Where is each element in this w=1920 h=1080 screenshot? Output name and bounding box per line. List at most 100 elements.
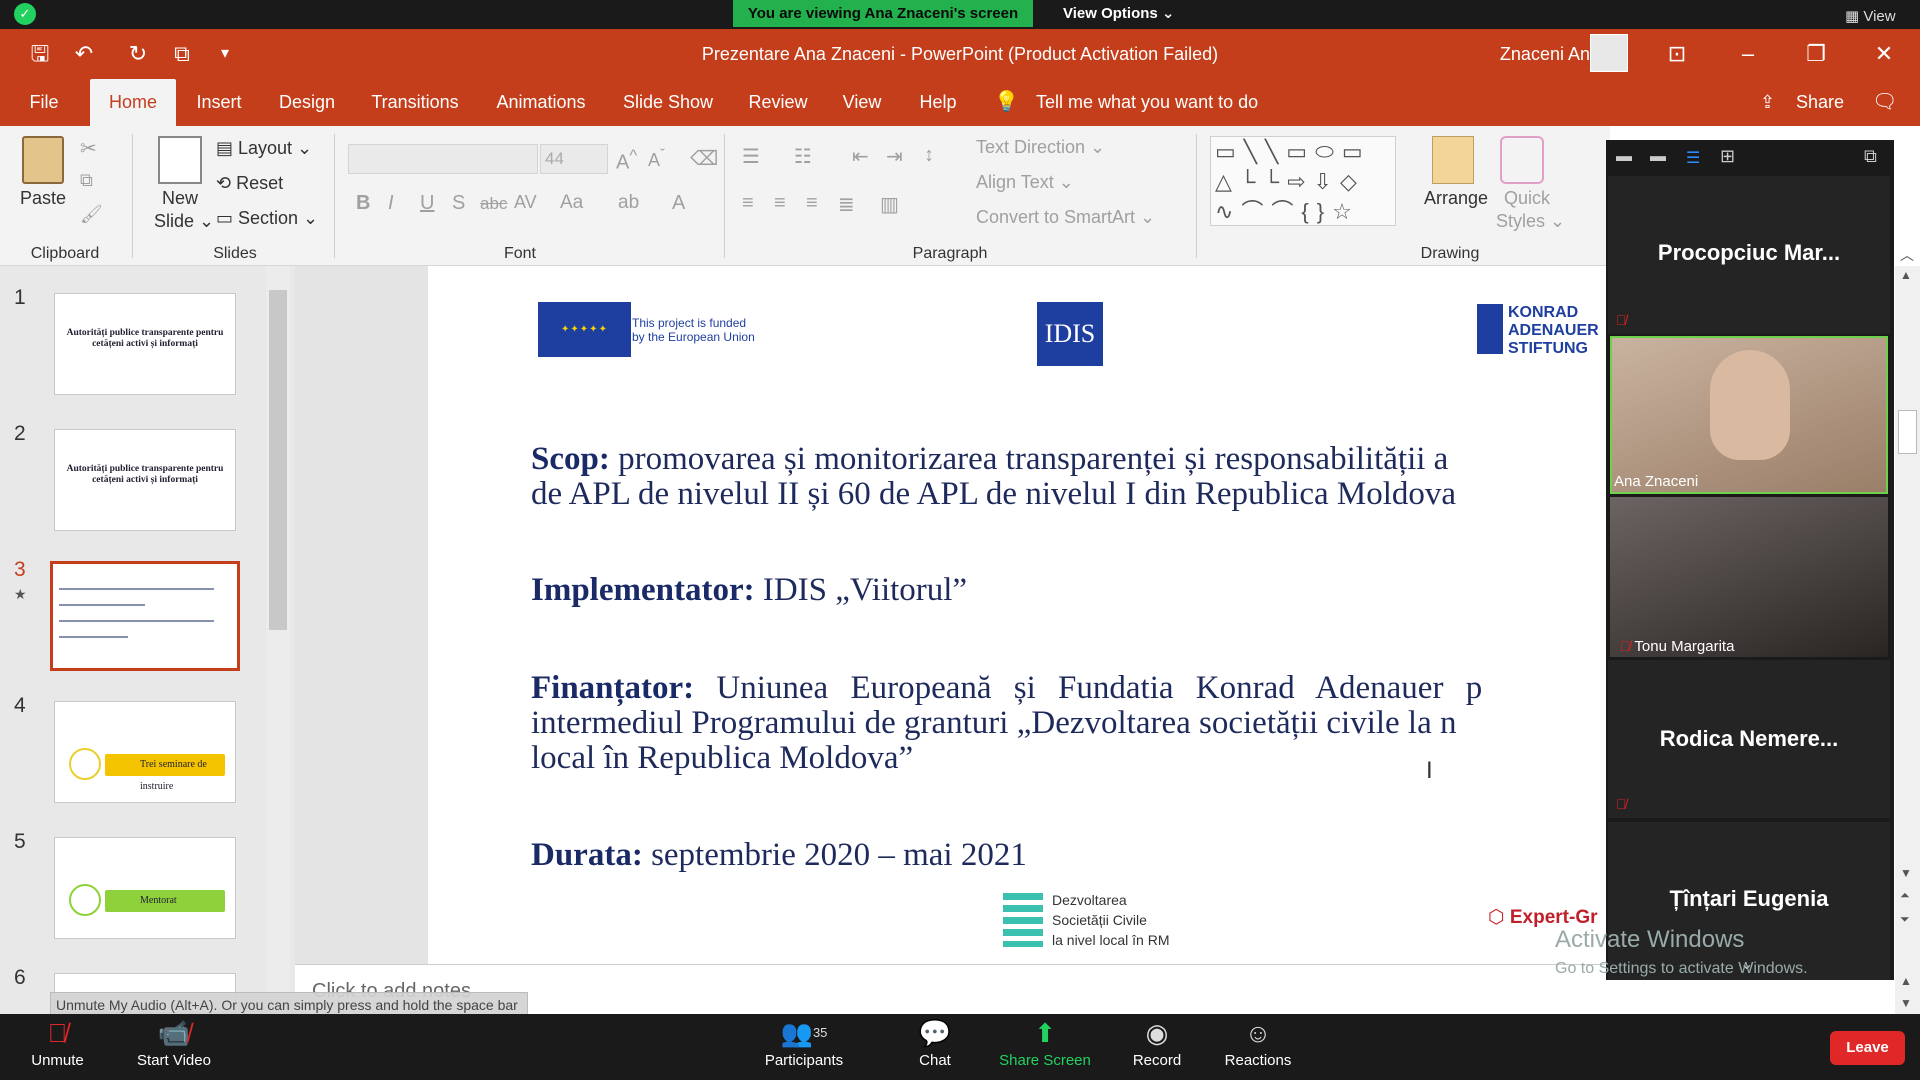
- implementator-line[interactable]: Implementator: IDIS „Viitorul”: [531, 573, 967, 608]
- layout-button[interactable]: ▤ Layout ⌄: [216, 138, 312, 159]
- start-video-button[interactable]: 📹̸ Start Video: [124, 1014, 224, 1080]
- durata-line[interactable]: Durata: septembrie 2020 – mai 2021: [531, 838, 1027, 873]
- align-center-icon[interactable]: ≡: [774, 192, 786, 215]
- scroll-down-icon[interactable]: ▼: [1900, 866, 1912, 880]
- minimize-gallery-icon[interactable]: ▬: [1616, 148, 1632, 166]
- align-text-button[interactable]: Align Text ⌄: [976, 172, 1074, 193]
- shapes-gallery[interactable]: ▭╲╲▭⬭▭ △└└⇨⇩◇ ∿⌒⌒{}☆: [1210, 136, 1396, 226]
- scroll-up-icon[interactable]: ▲: [1900, 268, 1912, 282]
- tab-transitions[interactable]: Transitions: [362, 79, 468, 126]
- slide-thumbnail-5[interactable]: Mentorat: [54, 837, 236, 939]
- font-size-select[interactable]: 44: [540, 144, 608, 174]
- tab-review[interactable]: Review: [738, 79, 818, 126]
- line-spacing-icon[interactable]: ↕: [924, 144, 934, 167]
- presentation-icon[interactable]: ⧉: [162, 29, 202, 79]
- tab-home[interactable]: Home: [90, 79, 176, 126]
- quick-styles-label-1[interactable]: Quick: [1504, 188, 1550, 209]
- text-direction-button[interactable]: Text Direction ⌄: [976, 137, 1105, 158]
- next-slide-icon[interactable]: ⏷: [1900, 912, 1910, 927]
- participant-video[interactable]: [1610, 497, 1888, 657]
- finantator-line-2[interactable]: intermediul Programului de granturi „Dez…: [531, 706, 1606, 741]
- character-spacing-icon[interactable]: AV: [514, 192, 537, 213]
- tell-me-search[interactable]: Tell me what you want to do: [1036, 79, 1258, 126]
- scrollbar-thumb[interactable]: [269, 290, 287, 630]
- shadow-icon[interactable]: S: [452, 192, 465, 215]
- tab-slide-show[interactable]: Slide Show: [614, 79, 722, 126]
- minimize-icon[interactable]: –: [1728, 29, 1768, 79]
- share-button[interactable]: Share: [1796, 79, 1844, 126]
- zoom-out-icon[interactable]: ▼: [1900, 996, 1912, 1010]
- leave-button[interactable]: Leave: [1830, 1031, 1905, 1065]
- paste-icon[interactable]: [22, 136, 64, 184]
- scop-line-2[interactable]: de APL de nivelul II și 60 de APL de niv…: [531, 477, 1456, 512]
- change-case-icon[interactable]: Aa: [560, 192, 583, 214]
- reactions-button[interactable]: ☺ Reactions: [1218, 1014, 1298, 1080]
- clear-formatting-icon[interactable]: ⌫: [690, 146, 718, 171]
- align-right-icon[interactable]: ≡: [806, 192, 818, 215]
- align-left-icon[interactable]: ≡: [742, 192, 754, 215]
- paste-button[interactable]: Paste: [20, 188, 66, 209]
- view-options-button[interactable]: View Options ⌄: [1063, 0, 1183, 27]
- close-icon[interactable]: ✕: [1864, 29, 1904, 79]
- slide-thumbnail-3[interactable]: [50, 561, 240, 671]
- quick-styles-icon[interactable]: [1500, 136, 1544, 184]
- undo-icon[interactable]: ↶: [64, 29, 104, 79]
- tab-design[interactable]: Design: [270, 79, 344, 126]
- arrange-icon[interactable]: [1432, 136, 1474, 184]
- pop-out-icon[interactable]: ⧉: [1864, 146, 1877, 167]
- section-button[interactable]: ▭ Section ⌄: [216, 208, 318, 229]
- tab-insert[interactable]: Insert: [186, 79, 252, 126]
- record-button[interactable]: ◉ Record: [1122, 1014, 1192, 1080]
- shield-icon[interactable]: ✓: [14, 3, 36, 25]
- avatar[interactable]: [1590, 34, 1628, 72]
- numbering-icon[interactable]: ☷: [794, 144, 812, 169]
- chevron-up-icon[interactable]: ︿: [1900, 245, 1914, 265]
- finantator-line-1[interactable]: Finanțator: Uniunea Europeană și Fundati…: [531, 671, 1606, 706]
- strikethrough-icon[interactable]: abc: [480, 194, 507, 214]
- tab-file[interactable]: File: [14, 79, 74, 126]
- columns-icon[interactable]: ▥: [880, 192, 899, 217]
- format-painter-icon[interactable]: 🖌: [80, 204, 103, 225]
- tab-animations[interactable]: Animations: [484, 79, 598, 126]
- reset-button[interactable]: ⟲ Reset: [216, 173, 283, 194]
- bullets-icon[interactable]: ☰: [742, 144, 760, 169]
- font-color-icon[interactable]: A: [672, 192, 685, 215]
- finantator-line-3[interactable]: local în Republica Moldova”: [531, 741, 913, 776]
- share-screen-button[interactable]: ⬆ Share Screen: [995, 1014, 1095, 1080]
- gallery-grid-icon[interactable]: ⊞: [1720, 146, 1735, 167]
- quick-styles-label-2[interactable]: Styles ⌄: [1496, 211, 1565, 232]
- save-icon[interactable]: 🖫: [20, 29, 60, 79]
- ribbon-display-icon[interactable]: ⊡: [1657, 29, 1697, 79]
- copy-icon[interactable]: ⧉: [80, 170, 93, 191]
- user-name[interactable]: Znaceni Ana: [1470, 29, 1600, 79]
- decrease-font-icon[interactable]: Aˇ: [648, 146, 665, 171]
- zoom-in-icon[interactable]: ▲: [1900, 974, 1912, 988]
- chat-button[interactable]: 💬 Chat: [900, 1014, 970, 1080]
- scrollbar-thumb[interactable]: [1898, 410, 1917, 454]
- decrease-indent-icon[interactable]: ⇤: [852, 144, 869, 169]
- restore-icon[interactable]: ❐: [1796, 29, 1836, 79]
- increase-indent-icon[interactable]: ⇥: [886, 144, 903, 169]
- justify-icon[interactable]: ≣: [838, 192, 855, 217]
- increase-font-icon[interactable]: A^: [616, 146, 637, 175]
- tab-view[interactable]: View: [834, 79, 890, 126]
- underline-icon[interactable]: U: [420, 192, 434, 215]
- tab-help[interactable]: Help: [906, 79, 970, 126]
- font-family-select[interactable]: [348, 144, 538, 174]
- slide-thumbnail-4[interactable]: Trei seminare de instruire: [54, 701, 236, 803]
- new-slide-label-1[interactable]: New: [162, 188, 198, 209]
- new-slide-label-2[interactable]: Slide ⌄: [154, 211, 214, 232]
- slide-thumbnail-2[interactable]: Autorități publice transparente pentru c…: [54, 429, 236, 531]
- comments-icon[interactable]: 🗨: [1872, 79, 1897, 126]
- redo-icon[interactable]: ↻: [118, 29, 158, 79]
- bold-icon[interactable]: B: [356, 192, 370, 215]
- unmute-button[interactable]: 🎙̸ Unmute: [20, 1014, 95, 1080]
- highlight-icon[interactable]: ab: [618, 192, 639, 214]
- italic-icon[interactable]: I: [388, 192, 394, 215]
- scop-line-1[interactable]: Scop: promovarea și monitorizarea transp…: [531, 442, 1606, 477]
- new-slide-icon[interactable]: [158, 136, 202, 184]
- previous-slide-icon[interactable]: ⏶: [1900, 888, 1910, 903]
- slide-thumbnail-1[interactable]: Autorități publice transparente pentru c…: [54, 293, 236, 395]
- customize-icon[interactable]: ▾: [205, 29, 245, 79]
- strip-view-icon[interactable]: ☰: [1686, 148, 1700, 168]
